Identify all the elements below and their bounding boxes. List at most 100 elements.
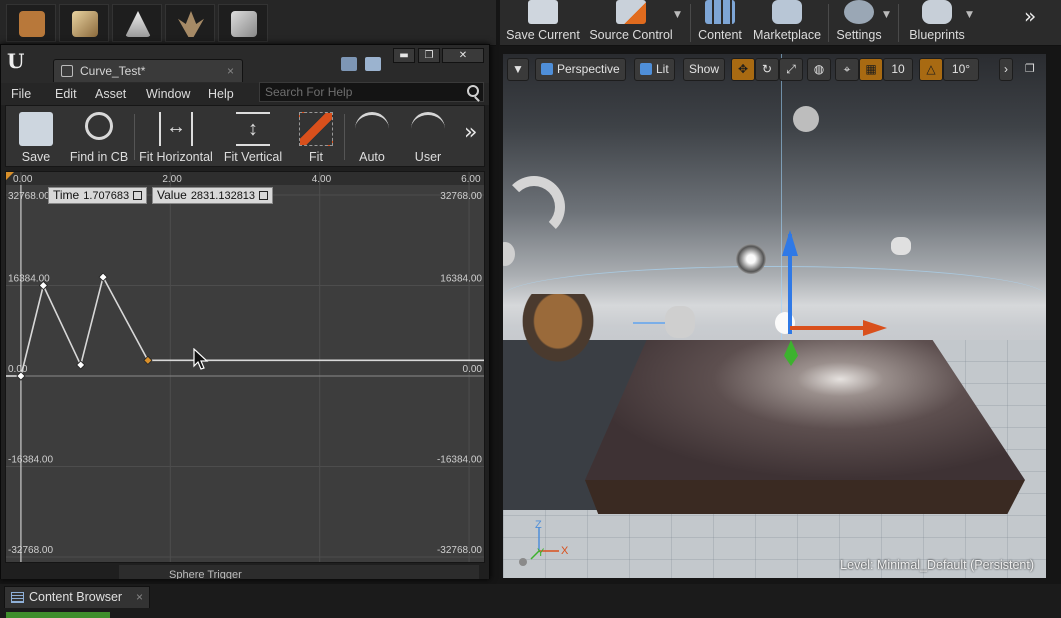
close-window-button[interactable]: ✕ [442, 48, 484, 63]
menu-edit[interactable]: Edit [55, 83, 77, 105]
level-viewport[interactable]: Z X Y Level: Minimal_Default (Persistent… [503, 54, 1046, 578]
help-search-input[interactable] [259, 82, 484, 102]
toolbar-separator [344, 114, 345, 160]
gizmo-x-arrowhead[interactable] [863, 320, 887, 336]
lit-dropdown[interactable]: Lit [634, 58, 675, 81]
x-tick-label: 0.00 [13, 174, 33, 185]
geometry-mode-button[interactable] [218, 4, 268, 42]
time-spinner-icon[interactable] [133, 191, 143, 200]
geometry-cube-icon [231, 11, 257, 37]
maximize-button[interactable]: ❐ [418, 48, 440, 63]
source-control-dropdown-icon[interactable]: ▼ [674, 10, 684, 20]
perspective-dropdown[interactable]: Perspective [535, 58, 626, 81]
time-value[interactable]: 1.707683 [83, 190, 129, 202]
gear-icon [844, 0, 874, 24]
reflection-capture-prop[interactable] [503, 176, 565, 238]
learn-icon[interactable] [365, 57, 381, 71]
feedback-icon[interactable] [341, 57, 357, 71]
grid-snap-toggle[interactable]: ▦ [859, 58, 883, 81]
settings-button[interactable]: Settings [834, 0, 884, 46]
time-field[interactable]: Time 1.707683 [48, 187, 148, 204]
menu-file[interactable]: File [11, 83, 31, 105]
save-button[interactable]: Save [10, 108, 62, 166]
place-mode-button[interactable] [6, 4, 56, 42]
curve-asset-tab[interactable]: Curve_Test* × [53, 59, 243, 82]
curve-key-point[interactable] [143, 355, 153, 365]
fit-button[interactable]: Fit [296, 108, 336, 166]
surface-snap-button[interactable]: ⌖ [835, 58, 859, 81]
sphere-prop[interactable] [503, 242, 515, 266]
sphere-trigger-row[interactable]: Sphere Trigger [119, 565, 479, 579]
fit-horizontal-button[interactable]: ↔ Fit Horizontal [138, 108, 214, 166]
landscape-mode-button[interactable] [112, 4, 162, 42]
rotation-snap-toggle[interactable]: △ [919, 58, 943, 81]
curve-graph-svg[interactable]: 0.00 2.00 4.00 6.00 32768.00 32768.00 16384.00… [6, 172, 484, 562]
paint-mode-button[interactable] [59, 4, 109, 42]
curve-tab-title: Curve_Test* [80, 64, 146, 78]
bottom-dock: Content Browser × [0, 584, 1061, 618]
chair-table-prop[interactable] [503, 294, 603, 384]
toolbar-separator [134, 114, 135, 160]
platform-box-side[interactable] [585, 480, 1025, 514]
rotate-tool-button[interactable]: ↻ [755, 58, 779, 81]
wind-actor-icon[interactable] [891, 237, 911, 255]
value-field[interactable]: Value 2831.132813 [152, 187, 274, 204]
source-control-icon [616, 0, 646, 24]
user-label: User [414, 150, 442, 164]
menu-help[interactable]: Help [208, 83, 234, 105]
foliage-mode-button[interactable] [165, 4, 215, 42]
maximize-viewport-icon[interactable]: ❐ [1025, 62, 1035, 75]
curve-line [20, 274, 484, 377]
light-icon[interactable] [793, 106, 819, 132]
curve-key-point[interactable] [76, 360, 86, 370]
content-browser-tab[interactable]: Content Browser × [4, 586, 150, 608]
value-spinner-icon[interactable] [259, 191, 269, 200]
grid-snap-value[interactable]: 10 [883, 58, 913, 81]
menu-asset[interactable]: Asset [95, 83, 126, 105]
marketplace-button[interactable]: Marketplace [752, 0, 822, 46]
viewport-more-icon[interactable]: › [999, 58, 1013, 81]
marketplace-icon [772, 0, 802, 24]
rotation-snap-value[interactable]: 10° [943, 58, 979, 81]
sphere-reflection-prop[interactable] [736, 244, 766, 274]
tab-close-icon[interactable]: × [136, 587, 143, 608]
content-button[interactable]: Content [696, 0, 744, 46]
search-icon[interactable] [467, 85, 479, 97]
toolbar-more-icon[interactable]: » [464, 120, 477, 145]
scale-tool-button[interactable]: ⤢ [779, 58, 803, 81]
main-toolbar: Save Current Source Control ▼ Content Ma… [500, 0, 1061, 46]
curve-key-point[interactable] [98, 272, 108, 282]
minimize-button[interactable]: ▬ [393, 48, 415, 63]
content-browser-icon [11, 592, 24, 603]
fit-vertical-button[interactable]: ↕ Fit Vertical [222, 108, 284, 166]
settings-dropdown-icon[interactable]: ▼ [883, 10, 893, 20]
show-dropdown[interactable]: Show [683, 58, 726, 81]
mode-strip [0, 0, 496, 46]
light-source-icon[interactable] [775, 312, 795, 334]
landscape-icon [125, 11, 151, 37]
toolbar-separator [898, 4, 899, 42]
blueprints-dropdown-icon[interactable]: ▼ [966, 10, 976, 20]
curve-graph[interactable]: 0.00 2.00 4.00 6.00 32768.00 32768.00 16384.00… [5, 171, 485, 563]
add-new-button[interactable] [6, 612, 110, 618]
blueprints-button[interactable]: Blueprints [904, 0, 970, 46]
toolbar-more-icon[interactable]: » [1024, 4, 1036, 28]
world-local-toggle[interactable]: ◍ [807, 58, 831, 81]
user-tangent-button[interactable]: User [408, 108, 448, 166]
value-label: Value [157, 188, 187, 202]
gizmo-x-axis[interactable] [790, 326, 866, 330]
menu-window[interactable]: Window [146, 83, 190, 105]
player-start-icon[interactable] [665, 306, 695, 338]
save-label: Save [21, 150, 51, 164]
source-control-button[interactable]: Source Control [588, 0, 674, 46]
gizmo-z-arrowhead[interactable] [782, 230, 798, 256]
curve-editor-titlebar[interactable]: U Curve_Test* × ▬ ❐ ✕ [1, 45, 489, 83]
value-value[interactable]: 2831.132813 [191, 190, 255, 202]
time-label: Time [53, 188, 80, 202]
viewport-options-dropdown[interactable]: ▼ [507, 58, 529, 81]
translate-tool-button[interactable]: ✥ [731, 58, 755, 81]
save-current-button[interactable]: Save Current [506, 0, 580, 46]
auto-tangent-button[interactable]: Auto [352, 108, 392, 166]
tab-close-icon[interactable]: × [227, 60, 234, 82]
find-in-cb-button[interactable]: Find in CB [64, 108, 134, 166]
